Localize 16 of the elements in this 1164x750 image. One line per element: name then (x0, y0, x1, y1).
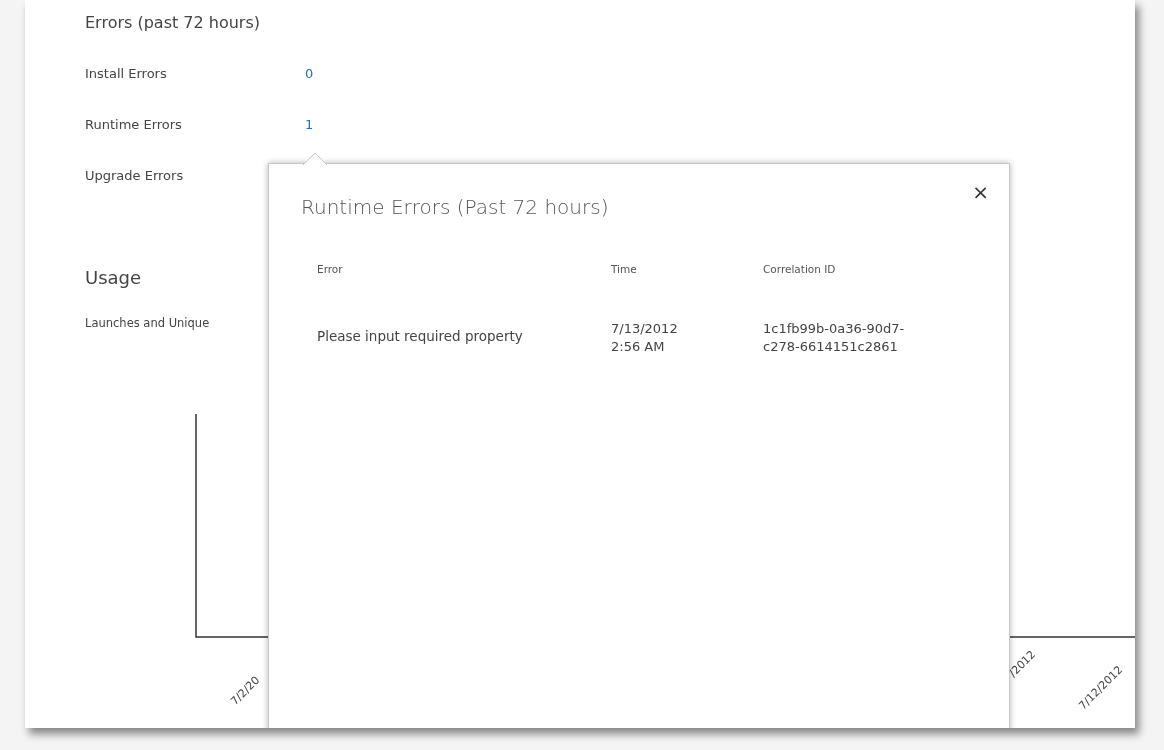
chart-title: Launches and Unique (85, 315, 210, 332)
column-header: Time (611, 262, 638, 277)
error-label: Upgrade Errors (85, 167, 185, 186)
section-title: Errors (past 72 hours) (85, 12, 260, 34)
error-label: Runtime Errors (85, 116, 183, 135)
popup-title: Runtime Errors (Past 72 hours) (301, 194, 609, 221)
table-cell-text: Please input required property (317, 326, 524, 346)
error-count-link[interactable]: 1 (305, 115, 314, 135)
close-button[interactable]: × (972, 182, 989, 202)
error-count-link[interactable]: 0 (305, 64, 314, 84)
column-header: Correlation ID (763, 262, 837, 277)
section-title: Usage (85, 266, 142, 290)
table-cell-text: 7/13/2012 2:56 AM (611, 319, 679, 356)
table-cell-text: 1c1fb99b-0a36-90d7- c278-6614151c2861 (763, 319, 906, 356)
column-header: Error (317, 262, 344, 277)
error-label: Install Errors (85, 65, 168, 84)
